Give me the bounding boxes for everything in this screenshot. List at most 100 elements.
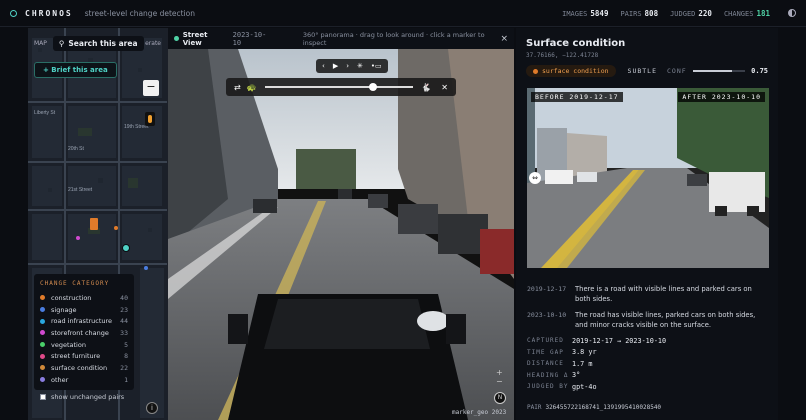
street-view-panel[interactable]: Street View 2023-10-10 360° panorama · d… — [168, 28, 514, 420]
stat-images: IMAGES 5849 — [562, 8, 609, 18]
live-indicator-icon — [174, 36, 179, 41]
street-label: Liberty St — [34, 110, 56, 116]
marker[interactable] — [114, 226, 118, 230]
street-view-credit: marker_geo 2023 — [452, 409, 507, 416]
play-icon[interactable]: ▶ — [333, 62, 338, 70]
terrain-button[interactable]: erate — [145, 40, 161, 47]
legend-dot-icon — [40, 318, 45, 324]
street-label: 21st Street — [68, 187, 93, 193]
top-bar: CHRONOS street-level change detection IM… — [0, 0, 806, 27]
app-root: CHRONOS street-level change detection IM… — [0, 0, 806, 420]
map-panel[interactable]: Liberty St 20th St 21st Street 19th Stre… — [28, 28, 168, 420]
info-icon[interactable]: i — [146, 402, 158, 414]
legend-dot-icon — [40, 295, 45, 301]
category-badge: surface condition — [526, 65, 616, 77]
time-slider[interactable]: ⇄ 🐢 🐇 ✕ — [226, 78, 456, 96]
detail-title: Surface condition — [526, 38, 626, 49]
legend-item-vegetation[interactable]: vegetation 5 — [40, 339, 128, 351]
detail-coordinates: 37.76166, −122.41728 — [526, 52, 599, 59]
compare-slider-handle[interactable]: ⇔ — [529, 172, 541, 184]
compare-image[interactable] — [527, 88, 769, 268]
confidence-value: 0.75 — [751, 67, 768, 75]
meta-judged-by: JUDGED BY gpt-4o — [527, 382, 597, 391]
category-dot-icon — [533, 68, 538, 74]
street-label: 20th St — [68, 146, 84, 152]
stats-bar: IMAGES 5849 PAIRS 808 JUDGED 220 CHANGES 181 — [562, 9, 796, 18]
meta-distance: DISTANCE 1.7 m — [527, 359, 593, 368]
legend-item-construction[interactable]: construction 40 — [40, 292, 128, 304]
settings-icon[interactable]: ✳ — [357, 62, 363, 70]
map-toolbar: MAP ⚲ Search this area erate — [34, 35, 161, 51]
street-view-zoom[interactable]: + − — [496, 368, 503, 386]
search-icon: ⚲ — [58, 38, 65, 48]
legend-dot-icon — [40, 307, 45, 313]
street-view-title: Street View — [182, 30, 208, 47]
confidence-fill — [692, 70, 733, 72]
legend-dot-icon — [40, 330, 45, 336]
legend-dot-icon — [40, 342, 45, 348]
legend-title: CHANGE CATEGORY — [40, 280, 110, 287]
legend-dot-icon — [40, 365, 45, 371]
legend-item-other[interactable]: other 1 — [40, 374, 128, 386]
meta-heading: HEADING Δ 3° — [527, 371, 581, 380]
meta-time-gap: TIME GAP 3.8 yr — [527, 348, 597, 357]
time-slider-handle[interactable] — [368, 83, 377, 91]
detail-tags: surface condition SUBTLE CONF 0.75 — [526, 65, 768, 77]
meta-captured: CAPTURED 2019-12-17 → 2023-10-10 — [527, 336, 667, 345]
brand-logo-icon — [10, 9, 17, 17]
pegman-icon[interactable] — [145, 112, 155, 126]
fast-rabbit-icon[interactable]: 🐇 — [421, 83, 431, 92]
selected-marker[interactable] — [122, 244, 130, 252]
legend-item-street-furniture[interactable]: street furniture 8 — [40, 350, 128, 362]
panorama-nav-controls: ‹ ▶ › ✳ •▭ — [316, 59, 388, 73]
brief-area-button[interactable]: + Brief this area — [34, 62, 117, 78]
theme-toggle-icon[interactable] — [788, 9, 796, 17]
time-slider-track[interactable] — [264, 83, 414, 91]
detail-panel: Surface condition 37.76166, −122.41728 s… — [516, 28, 778, 420]
confidence-label: CONF — [667, 67, 687, 75]
marker[interactable] — [76, 236, 80, 240]
show-unchanged-toggle[interactable]: show unchanged pairs — [40, 393, 124, 401]
app-title: CHRONOS — [25, 8, 73, 18]
subtlety-label: SUBTLE — [627, 67, 658, 75]
legend-dot-icon — [40, 353, 45, 359]
panorama-image[interactable] — [168, 49, 514, 420]
captions-list: 2019-12-17 There is a road with visible … — [527, 284, 769, 336]
toggle-icon[interactable]: •▭ — [371, 62, 382, 70]
marker[interactable] — [144, 266, 148, 270]
close-icon[interactable]: ✕ — [441, 83, 448, 92]
street-view-hint: 360° panorama · drag to look around · cl… — [302, 30, 485, 47]
close-street-view-button[interactable]: × — [500, 34, 508, 44]
left-gutter — [0, 28, 28, 420]
pegman-marker[interactable] — [90, 218, 98, 230]
zoom-in-icon[interactable]: + — [496, 368, 503, 377]
right-gutter — [778, 28, 806, 420]
legend-item-surface-condition[interactable]: surface condition 22 — [40, 362, 128, 374]
stat-judged: JUDGED 220 — [670, 8, 712, 18]
chevron-right-icon[interactable]: › — [346, 62, 349, 70]
chevron-left-icon[interactable]: ‹ — [322, 62, 325, 70]
before-label: BEFORE 2019-12-17 — [531, 92, 623, 102]
pair-id: PAIR 326455722168741_1391995410028540 — [527, 404, 662, 411]
search-area-button[interactable]: ⚲ Search this area — [52, 35, 144, 51]
compass-icon[interactable]: N — [494, 392, 506, 404]
stat-pairs: PAIRS 808 — [620, 8, 659, 18]
category-legend: CHANGE CATEGORY construction 40 signage 23… — [34, 274, 134, 390]
show-unchanged-checkbox[interactable] — [40, 394, 46, 400]
legend-dot-icon — [40, 377, 45, 383]
zoom-out-icon[interactable]: − — [496, 377, 503, 386]
map-type-button[interactable]: MAP — [34, 40, 47, 47]
app-tagline: street-level change detection — [84, 8, 195, 18]
legend-item-road-infrastructure[interactable]: road infrastructure 44 — [40, 315, 128, 327]
map-zoom-out-button[interactable]: − — [143, 80, 159, 96]
street-view-header: Street View 2023-10-10 360° panorama · d… — [168, 28, 514, 49]
legend-item-storefront-change[interactable]: storefront change 33 — [40, 327, 128, 339]
shuffle-icon[interactable]: ⇄ — [234, 83, 241, 92]
legend-item-signage[interactable]: signage 23 — [40, 304, 128, 316]
after-label: AFTER 2023-10-10 — [678, 92, 765, 102]
caption-before: 2019-12-17 There is a road with visible … — [527, 285, 752, 303]
slow-turtle-icon[interactable]: 🐢 — [247, 83, 257, 92]
before-after-compare[interactable]: BEFORE 2019-12-17 AFTER 2023-10-10 ⇔ — [527, 88, 769, 268]
caption-after: 2023-10-10 The road has visible lines, p… — [527, 311, 756, 329]
confidence-bar — [692, 70, 746, 72]
